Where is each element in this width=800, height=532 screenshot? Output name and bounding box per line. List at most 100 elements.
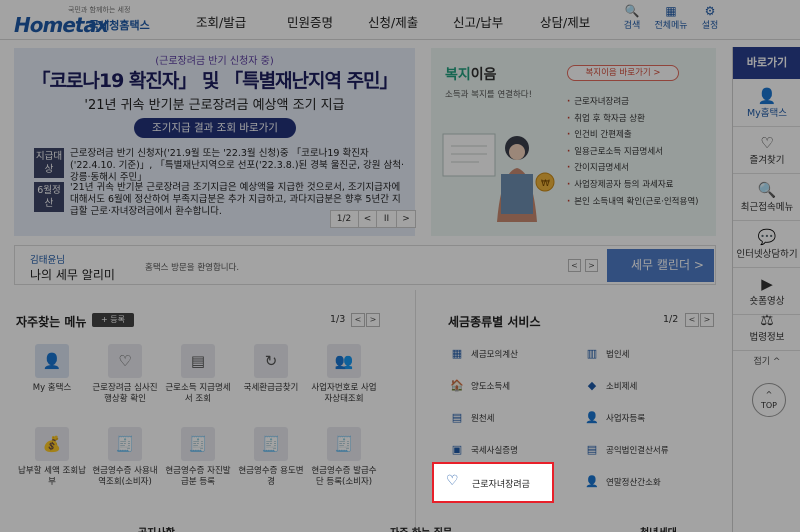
favorite-item-label: 납부할 세액 조회납부 — [18, 466, 86, 487]
favorites-next-button[interactable]: > — [366, 313, 380, 327]
favorite-item-cash-receipt-self-issue[interactable]: 🧾 현금영수증 자진발급분 등록 — [163, 427, 233, 488]
taxtype-item-label: 소비제세 — [606, 382, 638, 392]
search-icon: 🔍 — [624, 4, 640, 18]
favorite-item-tax-payment[interactable]: 💰 납부할 세액 조회납부 — [17, 427, 87, 488]
tax-calendar-button[interactable]: 세무 캘린더 > — [607, 249, 714, 282]
taxtype-item-tax-simulator[interactable]: ▦ 세금모의계산 — [448, 347, 518, 360]
favorite-item-label: 근로소득 지급명세서 조회 — [165, 383, 231, 404]
welfare-link[interactable]: 일용근로소득 지급명세서 — [567, 144, 698, 161]
favorite-item-label: 현금영수증 자진발급분 등록 — [165, 466, 231, 487]
person-icon: 👤 — [585, 411, 599, 424]
favorite-item-cash-receipt-purpose-change[interactable]: 🧾 현금영수증 용도변경 — [236, 427, 306, 488]
nav-lookup-issue[interactable]: 조회/발급 — [196, 12, 246, 31]
sidebar-item-label: 법령정보 — [749, 332, 785, 343]
recent-search-icon: 🔍 — [757, 181, 777, 199]
favorites-title: 자주찾는 메뉴 — [16, 315, 87, 329]
users-icon: 👥 — [327, 344, 361, 378]
tax-alert-title: 나의 세무 알리미 — [30, 268, 115, 282]
receipt-icon: 🧾 — [108, 427, 142, 461]
favorite-item-label: My 홈택스 — [32, 383, 72, 393]
nav-certificates[interactable]: 민원증명 — [287, 12, 333, 31]
settings-label: 설정 — [701, 21, 719, 31]
taxtype-next-button[interactable]: > — [700, 313, 714, 327]
alert-next-button[interactable]: > — [585, 259, 598, 272]
favorite-item-label: 사업자번호로 사업자상태조회 — [311, 383, 377, 404]
favorite-item-label: 국세환급금찾기 — [243, 383, 299, 393]
welfare-link[interactable]: 간이지급명세서 — [567, 160, 698, 177]
taxtype-item-tax-certificate[interactable]: ▣ 국세사실증명 — [448, 443, 518, 456]
taxtype-item-corporate-tax[interactable]: ▥ 법인세 — [583, 347, 630, 360]
banner-prev-button[interactable]: < — [358, 211, 376, 227]
search-button[interactable]: 🔍 검색 — [612, 4, 652, 31]
taxtype-item-eitc-highlighted[interactable]: ♡ 근로자녀장려금 — [432, 462, 554, 503]
sidebar-fold-button[interactable]: 접기 ^ — [733, 354, 800, 367]
sidebar-item-label: My홈택스 — [746, 108, 788, 119]
main-banner[interactable]: (근로장려금 반기 신청자 중) 「코로나19 확진자」 및 「특별재난지역 주… — [14, 48, 416, 236]
alert-prev-button[interactable]: < — [568, 259, 581, 272]
favorite-item-label: 현금영수증 사용내역조회(소비자) — [92, 466, 158, 487]
sidebar-item-label: 최근접속메뉴 — [740, 202, 794, 213]
welfare-link[interactable]: 인건비 간편제출 — [567, 127, 698, 144]
taxtype-item-consumption-tax[interactable]: ◆ 소비제세 — [583, 379, 638, 392]
favorites-prev-button[interactable]: < — [351, 313, 365, 327]
favorite-item-eitc-status[interactable]: ♡ 근로장려금 심사진행상황 확인 — [90, 344, 160, 405]
welfare-link[interactable]: 근로자녀장려금 — [567, 94, 698, 111]
search-label: 검색 — [623, 21, 641, 31]
favorite-item-cash-receipt-card-register[interactable]: 🧾 현금영수증 발급수단 등록(소비자) — [309, 427, 379, 488]
sidebar-item-law-info[interactable]: ⚖ 법령정보 — [733, 305, 800, 351]
sidebar-item-favorites[interactable]: ♡ 즐겨찾기 — [733, 128, 800, 174]
favorite-item-refund-search[interactable]: ↻ 국세환급금찾기 — [236, 344, 306, 394]
logo-subtitle: 국세청홈택스 — [89, 19, 150, 32]
taxtype-title: 세금종류별 서비스 — [448, 315, 541, 329]
nav-apply-submit[interactable]: 신청/제출 — [368, 12, 418, 31]
nav-consult-report[interactable]: 상담/제보 — [540, 12, 590, 31]
all-menu-button[interactable]: ▦ 전체메뉴 — [651, 4, 691, 31]
heart-search-icon: ♡ — [108, 344, 142, 378]
taxtype-item-public-interest-corp[interactable]: ▤ 공익법인결산서류 — [583, 443, 669, 456]
favorites-add-button[interactable]: + 등록 — [92, 313, 134, 327]
building-icon: ▥ — [586, 347, 598, 360]
banner-title: 「코로나19 확진자」 및 「특별재난지역 주민」 — [31, 70, 398, 92]
scroll-top-button[interactable]: ^ TOP — [752, 383, 786, 417]
scroll-top-label: TOP — [760, 401, 777, 410]
nav-report-pay[interactable]: 신고/납부 — [453, 12, 503, 31]
document-icon: ▤ — [451, 411, 463, 424]
taxtype-item-label: 원천세 — [471, 414, 495, 424]
welfare-link[interactable]: 본인 소득내역 확인(근로·인적용역) — [567, 194, 698, 211]
taxtype-item-year-end-settlement[interactable]: 👤 연말정산간소화 — [583, 475, 661, 488]
favorites-page-indicator: 1/3 — [330, 314, 346, 325]
welfare-panel: 복지이음 소득과 복지를 연결하다! 복지이음 바로가기 > ₩ 근로자녀장려금… — [431, 48, 716, 236]
welfare-shortcut-button[interactable]: 복지이음 바로가기 > — [567, 65, 679, 81]
welfare-link[interactable]: 취업 후 학자금 상환 — [567, 111, 698, 128]
taxtype-item-business-registration[interactable]: 👤 사업자등록 — [583, 411, 645, 424]
grid-icon: ▦ — [665, 4, 677, 18]
banner-row-tag: 6월정산 — [34, 182, 64, 212]
settings-button[interactable]: ⚙ 설정 — [690, 4, 730, 31]
sidebar-item-recent-menu[interactable]: 🔍 최근접속메뉴 — [733, 175, 800, 221]
banner-next-button[interactable]: > — [396, 211, 415, 227]
calculator-icon: ▦ — [451, 347, 463, 360]
sidebar-item-online-consult[interactable]: 💬 인터넷상담하기 — [733, 222, 800, 268]
chevron-up-icon: ^ — [765, 390, 773, 399]
favorite-item-my-hometax[interactable]: 👤 My 홈택스 — [17, 344, 87, 394]
favorite-item-earned-income-statement[interactable]: ▤ 근로소득 지급명세서 조회 — [163, 344, 233, 405]
taxtype-item-capital-gains[interactable]: 🏠 양도소득세 — [448, 379, 510, 392]
taxtype-item-label: 양도소득세 — [471, 382, 511, 392]
welfare-link[interactable]: 사업장제공자 등의 과세자료 — [567, 177, 698, 194]
heart-icon: ♡ — [446, 473, 459, 489]
taxtype-page-indicator: 1/2 — [663, 314, 679, 325]
sidebar-item-my-hometax[interactable]: 👤 My홈택스 — [733, 81, 800, 127]
taxtype-item-label: 연말정산간소화 — [606, 478, 661, 488]
user-name: 김태윤님 — [30, 255, 65, 266]
favorite-item-business-status[interactable]: 👥 사업자번호로 사업자상태조회 — [309, 344, 379, 405]
receipt-icon: 🧾 — [181, 427, 215, 461]
taxtype-prev-button[interactable]: < — [685, 313, 699, 327]
banner-result-button[interactable]: 조기지급 결과 조회 바로가기 — [134, 118, 296, 138]
quick-links-sidebar: 바로가기 👤 My홈택스 ♡ 즐겨찾기 🔍 최근접속메뉴 💬 인터넷상담하기 ▶… — [732, 47, 800, 532]
banner-pager: 1/2 < II > — [330, 210, 416, 228]
banner-pause-button[interactable]: II — [376, 211, 396, 227]
welfare-list: 근로자녀장려금 취업 후 학자금 상환 인건비 간편제출 일용근로소득 지급명세… — [567, 94, 698, 210]
taxtype-item-withholding[interactable]: ▤ 원천세 — [448, 411, 495, 424]
hometax-logo[interactable]: 국민과 함께하는 세정 Hometax 국세청홈택스 — [14, 5, 150, 37]
favorite-item-cash-receipt-history[interactable]: 🧾 현금영수증 사용내역조회(소비자) — [90, 427, 160, 488]
